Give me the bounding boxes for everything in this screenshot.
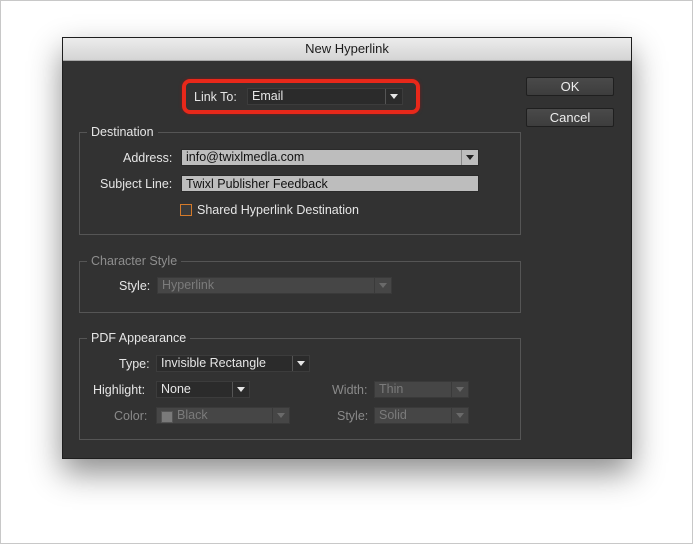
character-style-title: Character Style	[87, 254, 182, 268]
type-dropdown[interactable]: Invisible Rectangle	[156, 355, 310, 372]
color-swatch	[161, 411, 173, 423]
width-dropdown-button[interactable]	[451, 382, 468, 397]
line-style-dropdown-button[interactable]	[451, 408, 468, 423]
pdf-appearance-title: PDF Appearance	[87, 331, 191, 345]
highlight-dropdown[interactable]: None	[156, 381, 250, 398]
chevron-down-icon	[456, 387, 464, 392]
width-dropdown[interactable]: Thin	[374, 381, 469, 398]
line-style-label: Style:	[337, 409, 369, 423]
type-label: Type:	[119, 357, 150, 371]
character-style-dropdown[interactable]: Hyperlink	[157, 277, 392, 294]
type-value: Invisible Rectangle	[161, 356, 266, 370]
cancel-button[interactable]: Cancel	[526, 108, 614, 127]
chevron-down-icon	[297, 361, 305, 366]
address-dropdown-button[interactable]	[461, 150, 478, 165]
ok-button[interactable]: OK	[526, 77, 614, 96]
shared-destination-checkbox[interactable]	[180, 204, 192, 216]
address-value: info@twixlmedla.com	[186, 150, 305, 164]
color-dropdown-button[interactable]	[272, 408, 289, 423]
color-dropdown[interactable]: Black	[156, 407, 290, 424]
address-label: Address:	[123, 151, 173, 165]
chevron-down-icon	[466, 155, 474, 160]
width-label: Width:	[332, 383, 368, 397]
address-combobox[interactable]: info@twixlmedla.com	[181, 149, 479, 166]
highlight-value: None	[161, 382, 191, 396]
character-style-label: Style:	[119, 279, 151, 293]
type-dropdown-button[interactable]	[292, 356, 309, 371]
line-style-dropdown[interactable]: Solid	[374, 407, 469, 424]
highlight-annotation-ring	[182, 79, 420, 114]
character-style-dropdown-button[interactable]	[374, 278, 391, 293]
line-style-value: Solid	[379, 408, 407, 422]
dialog-title: New Hyperlink	[63, 38, 631, 61]
highlight-dropdown-button[interactable]	[232, 382, 249, 397]
shared-destination-label: Shared Hyperlink Destination	[197, 203, 359, 217]
character-style-value: Hyperlink	[162, 278, 215, 292]
color-value: Black	[177, 408, 208, 422]
chevron-down-icon	[456, 413, 464, 418]
chevron-down-icon	[277, 413, 285, 418]
subject-line-input[interactable]: Twixl Publisher Feedback	[181, 175, 479, 192]
chevron-down-icon	[237, 387, 245, 392]
subject-line-label: Subject Line:	[100, 177, 173, 191]
color-label: Color:	[114, 409, 148, 423]
width-value: Thin	[379, 382, 404, 396]
highlight-label: Highlight:	[93, 383, 146, 397]
destination-title: Destination	[87, 125, 158, 139]
chevron-down-icon	[379, 283, 387, 288]
